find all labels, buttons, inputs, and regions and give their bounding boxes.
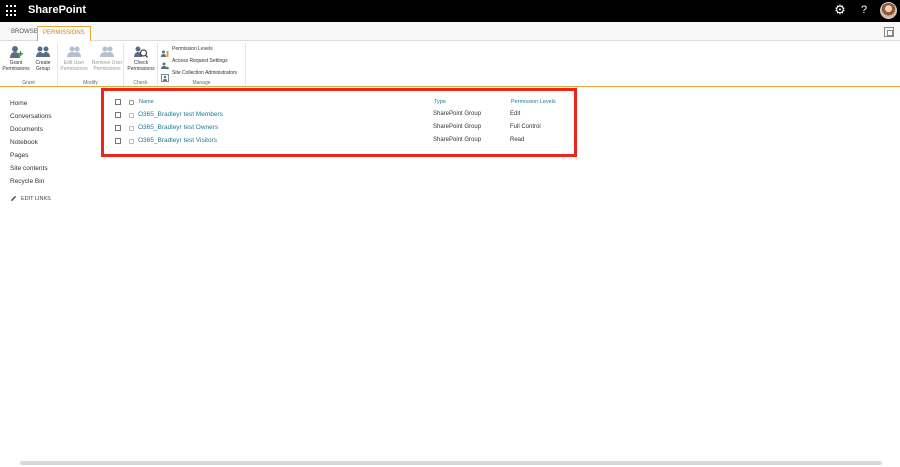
- check-permissions-icon: [134, 45, 149, 59]
- nav-item-site-contents[interactable]: Site contents: [10, 162, 90, 175]
- site-collection-administrators-label: Site Collection Administrators: [172, 70, 238, 76]
- permission-levels-button[interactable]: Permission Levels: [161, 44, 213, 57]
- app-title[interactable]: SharePoint: [28, 4, 86, 16]
- access-request-settings-icon: [161, 57, 169, 70]
- row-checkbox[interactable]: [115, 125, 121, 131]
- permission-level: Read: [510, 137, 525, 143]
- table-row: O365_Bradleyr test Owners SharePoint Gro…: [114, 122, 574, 135]
- ribbon-group-label-manage: Manage: [192, 80, 211, 86]
- row-checkbox[interactable]: [115, 112, 121, 118]
- group-name-link[interactable]: O365_Bradleyr test Owners: [138, 124, 218, 131]
- nav-item-recycle-bin[interactable]: Recycle Bin: [10, 175, 90, 188]
- pencil-icon: [10, 195, 17, 202]
- edit-user-permissions-label-2: Permissions: [60, 66, 88, 72]
- site-collection-administrators-icon: [161, 69, 169, 82]
- permission-levels-icon: [161, 45, 169, 57]
- help-icon[interactable]: ?: [857, 3, 871, 17]
- header-item-icon: [129, 100, 134, 105]
- nav-item-home[interactable]: Home: [10, 97, 90, 110]
- access-request-settings-button[interactable]: Access Request Settings: [161, 56, 228, 70]
- left-navigation: Home Conversations Documents Notebook Pa…: [10, 97, 90, 202]
- permission-levels-label: Permission Levels: [172, 46, 213, 52]
- ribbon-group-check: Check Permissions Check: [124, 43, 158, 86]
- edit-user-permissions-icon: [67, 45, 81, 59]
- ribbon-group-label-modify: Modify: [83, 80, 98, 86]
- select-all-checkbox[interactable]: [115, 99, 121, 105]
- ribbon: Grant Permissions Create Group Grant Edi…: [0, 41, 900, 87]
- app-launcher-icon[interactable]: [6, 5, 18, 17]
- ribbon-tabs: BROWSE PERMISSIONS: [0, 22, 900, 41]
- create-group-label-2: Group: [36, 66, 50, 72]
- focus-on-content-icon[interactable]: [884, 27, 894, 37]
- remove-user-permissions-label-2: Permissions: [93, 66, 121, 72]
- ribbon-group-grant: Grant Permissions Create Group Grant: [0, 43, 58, 86]
- nav-item-conversations[interactable]: Conversations: [10, 110, 90, 123]
- edit-links-button[interactable]: EDIT LINKS: [10, 195, 90, 202]
- edit-links-label: EDIT LINKS: [21, 195, 51, 202]
- create-group-icon: [36, 45, 50, 59]
- check-permissions-label-2: Permissions: [127, 66, 155, 72]
- group-name-link[interactable]: O365_Bradleyr test Members: [138, 111, 223, 118]
- group-type: SharePoint Group: [433, 111, 482, 117]
- table-row: O365_Bradleyr test Visitors SharePoint G…: [114, 135, 574, 148]
- suite-bar: SharePoint ⚙ ?: [0, 0, 900, 22]
- tab-permissions[interactable]: PERMISSIONS: [37, 26, 91, 41]
- nav-item-pages[interactable]: Pages: [10, 149, 90, 162]
- row-item-icon: [129, 139, 134, 144]
- check-permissions-button[interactable]: Check Permissions: [127, 45, 155, 72]
- permission-level: Edit: [510, 111, 521, 117]
- remove-user-permissions-button[interactable]: Remove User Permissions: [90, 45, 124, 72]
- permission-level: Full Control: [510, 124, 541, 130]
- ribbon-group-modify: Edit User Permissions Remove User Permis…: [58, 43, 124, 86]
- nav-item-documents[interactable]: Documents: [10, 123, 90, 136]
- nav-item-notebook[interactable]: Notebook: [10, 136, 90, 149]
- grant-permissions-label-2: Permissions: [2, 66, 30, 72]
- row-checkbox[interactable]: [115, 138, 121, 144]
- gear-icon[interactable]: ⚙: [833, 3, 847, 17]
- edit-user-permissions-button[interactable]: Edit User Permissions: [59, 45, 89, 72]
- group-type: SharePoint Group: [433, 137, 482, 143]
- grant-permissions-button[interactable]: Grant Permissions: [2, 45, 30, 72]
- column-header-name[interactable]: Name: [139, 96, 154, 108]
- ribbon-group-manage: Permission Levels Access Request Setting…: [158, 43, 246, 86]
- row-item-icon: [129, 126, 134, 131]
- create-group-button[interactable]: Create Group: [29, 45, 57, 72]
- ribbon-group-label-check: Check: [133, 80, 148, 86]
- grant-permissions-icon: [9, 45, 23, 59]
- ribbon-group-label-grant: Grant: [22, 80, 35, 86]
- group-type: SharePoint Group: [433, 124, 482, 130]
- access-request-settings-label: Access Request Settings: [172, 58, 228, 64]
- group-name-link[interactable]: O365_Bradleyr test Visitors: [138, 137, 217, 144]
- avatar[interactable]: [880, 2, 897, 19]
- table-row: O365_Bradleyr test Members SharePoint Gr…: [114, 109, 574, 122]
- row-item-icon: [129, 113, 134, 118]
- horizontal-scrollbar[interactable]: [20, 461, 882, 465]
- site-collection-administrators-button[interactable]: Site Collection Administrators: [161, 68, 238, 82]
- column-header-type[interactable]: Type: [434, 96, 446, 108]
- remove-user-permissions-icon: [100, 45, 114, 59]
- column-header-permission-levels[interactable]: Permission Levels: [511, 96, 556, 108]
